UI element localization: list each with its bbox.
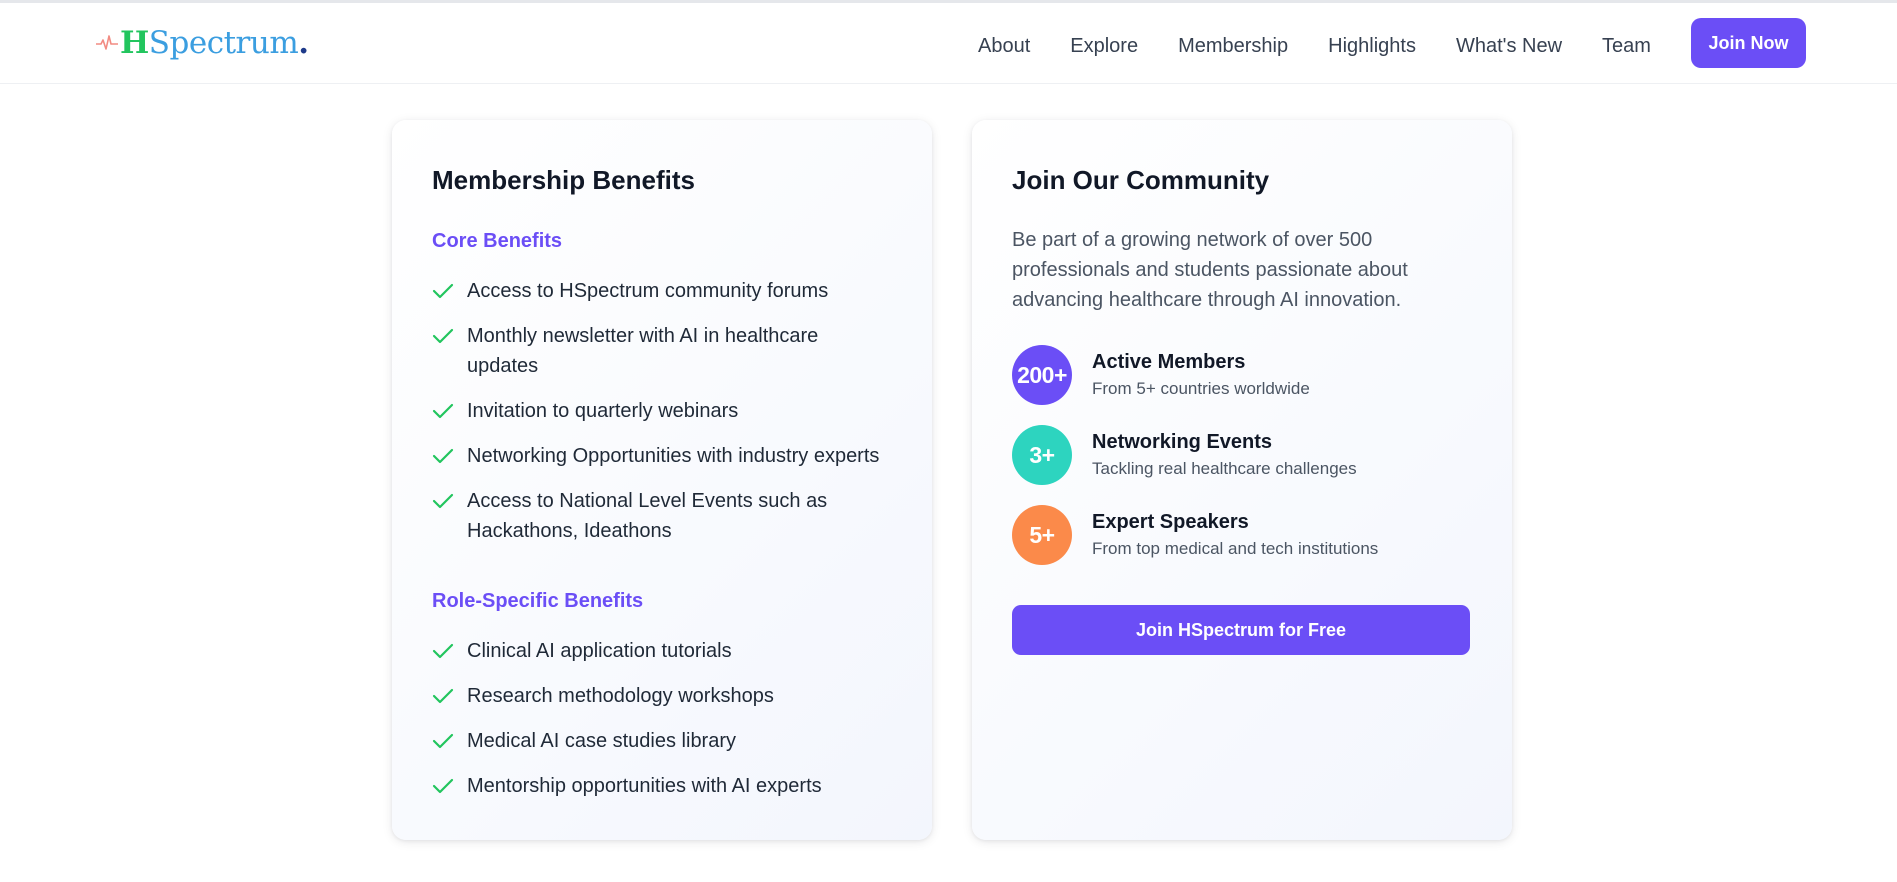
check-icon (432, 276, 456, 306)
benefit-text: Research methodology workshops (467, 685, 774, 707)
card-title: Join Our Community (1012, 165, 1270, 195)
list-item: Networking Opportunities with industry e… (432, 441, 902, 471)
nav-membership[interactable]: Membership (1178, 35, 1288, 58)
card-title: Membership Benefits (432, 165, 695, 195)
join-now-button[interactable]: Join Now (1691, 18, 1806, 68)
check-icon (432, 396, 456, 426)
stat-badge: 3+ (1012, 425, 1072, 485)
logo-word: Spectrum (148, 24, 299, 61)
benefit-text: Networking Opportunities with industry e… (467, 445, 880, 467)
nav-team[interactable]: Team (1602, 35, 1651, 58)
benefit-text: Mentorship opportunities with AI experts (467, 775, 822, 797)
main-nav: About Explore Membership Highlights What… (978, 21, 1691, 71)
check-icon (432, 321, 456, 351)
check-icon (432, 636, 456, 666)
benefit-text: Access to HSpectrum community forums (467, 280, 829, 302)
stat-active-members: 200+ Active Members From 5+ countries wo… (1012, 345, 1472, 405)
core-benefits-heading: Core Benefits (432, 230, 563, 252)
nav-explore[interactable]: Explore (1070, 35, 1138, 58)
check-icon (432, 486, 456, 516)
stat-expert-speakers: 5+ Expert Speakers From top medical and … (1012, 505, 1472, 565)
logo-letter-h: H (120, 24, 149, 61)
list-item: Access to National Level Events such as … (432, 486, 902, 546)
community-intro: Be part of a growing network of over 500… (1012, 229, 1408, 311)
benefit-text: Medical AI case studies library (467, 730, 737, 752)
list-item: Medical AI case studies library (432, 726, 902, 756)
check-icon (432, 441, 456, 471)
list-item: Mentorship opportunities with AI experts (432, 771, 902, 801)
stat-badge: 200+ (1012, 345, 1072, 405)
stat-title: Expert Speakers (1092, 511, 1249, 533)
stat-networking-events: 3+ Networking Events Tackling real healt… (1012, 425, 1472, 485)
navbar: HSpectrum. About Explore Membership High… (0, 3, 1897, 84)
stat-subtitle: From 5+ countries worldwide (1092, 379, 1310, 398)
nav-highlights[interactable]: Highlights (1328, 35, 1416, 58)
list-item: Invitation to quarterly webinars (432, 396, 902, 426)
logo-dot: . (298, 24, 309, 61)
stat-title: Networking Events (1092, 431, 1273, 453)
check-icon (432, 726, 456, 756)
stat-subtitle: Tackling real healthcare challenges (1092, 459, 1357, 478)
list-item: Monthly newsletter with AI in healthcare… (432, 321, 902, 381)
benefit-text: Invitation to quarterly webinars (467, 400, 739, 422)
join-free-button[interactable]: Join HSpectrum for Free (1012, 605, 1470, 655)
nav-about[interactable]: About (978, 35, 1030, 58)
logo-text: HSpectrum. (120, 24, 309, 61)
list-item: Access to HSpectrum community forums (432, 276, 902, 306)
benefit-text: Clinical AI application tutorials (467, 640, 732, 662)
check-icon (432, 771, 456, 801)
heartbeat-pulse-icon (96, 35, 118, 50)
logo[interactable]: HSpectrum. (96, 23, 309, 63)
benefit-text: Monthly newsletter with AI in healthcare… (467, 325, 819, 377)
list-item: Clinical AI application tutorials (432, 636, 902, 666)
join-community-card: Join Our Community Be part of a growing … (972, 120, 1512, 840)
role-benefits-heading: Role-Specific Benefits (432, 590, 644, 612)
check-icon (432, 681, 456, 711)
membership-benefits-card: Membership Benefits Core Benefits Access… (392, 120, 932, 840)
list-item: Research methodology workshops (432, 681, 902, 711)
stat-title: Active Members (1092, 351, 1246, 373)
benefit-text: Access to National Level Events such as … (467, 490, 828, 542)
stat-badge: 5+ (1012, 505, 1072, 565)
nav-whats-new[interactable]: What's New (1456, 35, 1562, 58)
stat-subtitle: From top medical and tech institutions (1092, 539, 1379, 558)
